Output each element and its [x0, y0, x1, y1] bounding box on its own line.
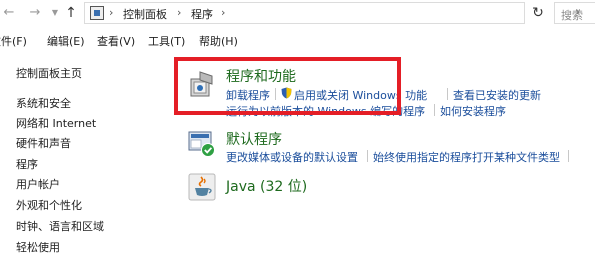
menu-tools[interactable]: 工具(T)	[148, 33, 185, 49]
link-change-media-defaults[interactable]: 更改媒体或设备的默认设置	[226, 149, 358, 165]
sidebar-item-system-security[interactable]: 系统和安全	[16, 95, 71, 111]
breadcrumb-separator-icon[interactable]: ›	[221, 6, 225, 19]
sidebar-item-programs[interactable]: 程序	[16, 156, 38, 172]
breadcrumb-separator-icon[interactable]: ›	[177, 6, 181, 19]
forward-arrow-icon[interactable]: →	[28, 5, 42, 21]
link-always-open-file-type[interactable]: 始终使用指定的程序打开某种文件类型	[373, 149, 560, 165]
sidebar-item-user-accounts[interactable]: 用户帐户	[16, 176, 60, 192]
category-title-default-programs[interactable]: 默认程序	[226, 129, 282, 149]
recent-locations-chevron-icon[interactable]: ▼	[48, 5, 62, 21]
back-arrow-icon[interactable]: ←	[2, 5, 16, 21]
breadcrumb-separator-icon[interactable]: ›	[109, 6, 113, 19]
breadcrumb-programs[interactable]: 程序	[191, 6, 213, 22]
sidebar-item-clock-region[interactable]: 时钟、语言和区域	[16, 218, 104, 234]
link-how-to-install[interactable]: 如何安装程序	[440, 103, 506, 119]
sidebar: 控制面板主页 系统和安全 网络和 Internet 硬件和声音 程序 用户帐户 …	[0, 52, 160, 261]
sidebar-item-home[interactable]: 控制面板主页	[16, 65, 82, 81]
address-row: ← → ▼ ↑ › 控制面板 › 程序 › ∨ ↻ 搜索	[0, 0, 595, 28]
sidebar-item-hardware-sound[interactable]: 硬件和声音	[16, 135, 71, 151]
control-panel-icon	[90, 6, 104, 20]
java-icon[interactable]	[188, 173, 216, 201]
search-input[interactable]: 搜索	[554, 2, 595, 24]
breadcrumb-control-panel[interactable]: 控制面板	[123, 6, 167, 22]
address-bar[interactable]: › 控制面板 › 程序 › ∨	[84, 2, 581, 24]
sidebar-item-appearance[interactable]: 外观和个性化	[16, 197, 82, 213]
link-separator	[447, 88, 448, 100]
menu-help[interactable]: 帮助(H)	[199, 33, 238, 49]
link-separator	[434, 104, 435, 116]
highlight-box	[174, 57, 401, 115]
link-separator	[568, 150, 569, 162]
menu-view[interactable]: 查看(V)	[97, 33, 135, 49]
link-separator	[367, 150, 368, 162]
sidebar-item-network[interactable]: 网络和 Internet	[16, 115, 96, 131]
sidebar-item-ease-of-access[interactable]: 轻松使用	[16, 239, 60, 255]
up-arrow-icon[interactable]: ↑	[64, 5, 78, 21]
search-placeholder: 搜索	[561, 9, 583, 22]
menu-file[interactable]: 文件(F)	[0, 33, 27, 49]
menu-edit[interactable]: 编辑(E)	[47, 33, 85, 49]
refresh-icon[interactable]: ↻	[525, 2, 551, 24]
default-programs-icon[interactable]	[188, 130, 216, 158]
menu-bar: 文件(F) 编辑(E) 查看(V) 工具(T) 帮助(H)	[0, 30, 595, 50]
link-view-installed-updates[interactable]: 查看已安装的更新	[453, 87, 541, 103]
category-title-java[interactable]: Java (32 位)	[226, 176, 307, 196]
